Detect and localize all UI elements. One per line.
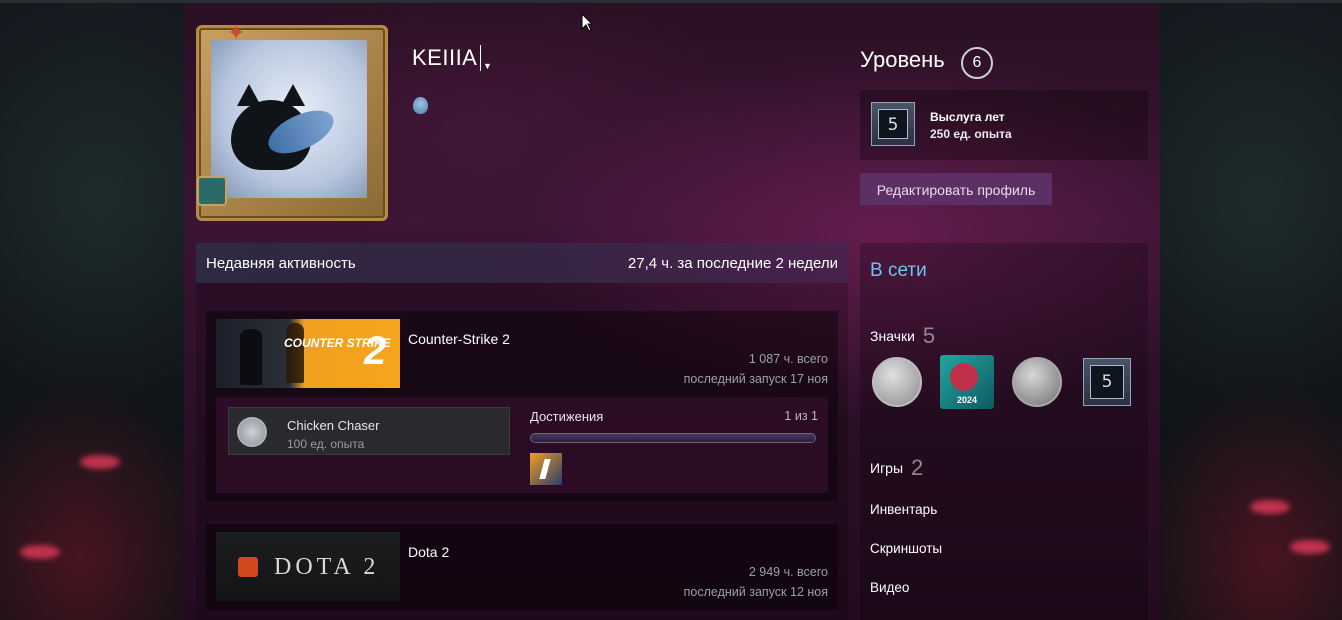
game-row-dota2: DOTA 2 Dota 2 2 949 ч. всего последний з… bbox=[206, 524, 838, 610]
game-total-hours: 1 087 ч. всего bbox=[748, 352, 828, 366]
games-link[interactable]: Игры 2 bbox=[870, 455, 923, 481]
mini-avatar-icon[interactable] bbox=[413, 97, 428, 114]
favorite-badge[interactable]: 5 Выслуга лет 250 ед. опыта bbox=[860, 90, 1148, 160]
badges-link[interactable]: Значки 5 bbox=[870, 323, 935, 349]
badges-label: Значки bbox=[870, 328, 915, 344]
pillar-badge-icon[interactable] bbox=[872, 357, 922, 407]
background-flare bbox=[80, 455, 120, 469]
badge-xp: 250 ед. опыта bbox=[930, 127, 1012, 141]
achievement-name: Chicken Chaser bbox=[287, 418, 380, 433]
recent-activity-header: Недавняя активность 27,4 ч. за последние… bbox=[196, 243, 848, 283]
level-badge[interactable]: 6 bbox=[961, 47, 993, 79]
chevron-down-icon[interactable]: ▼ bbox=[483, 61, 492, 71]
mouse-cursor-icon bbox=[581, 13, 593, 32]
games-count: 2 bbox=[911, 455, 924, 480]
background-flare bbox=[1250, 500, 1290, 514]
cs2-capsule-number: 2 bbox=[364, 329, 387, 373]
frame-gem-icon bbox=[197, 176, 227, 206]
years-service-badge-icon[interactable]: 5 bbox=[1083, 358, 1131, 406]
achievement-xp: 100 ед. опыта bbox=[287, 437, 365, 451]
achievements-progress-bar bbox=[530, 433, 816, 443]
online-status: В сети bbox=[870, 260, 927, 281]
game-name[interactable]: Counter-Strike 2 bbox=[408, 331, 510, 347]
achievements-label[interactable]: Достижения bbox=[530, 409, 603, 424]
profile-page: ✦ KEIIIA ▼ Уровень 6 5 Выслуга лет 250 е… bbox=[184, 3, 1160, 620]
steam-2024-badge-icon[interactable]: 2024 bbox=[940, 355, 994, 409]
edit-profile-button[interactable]: Редактировать профиль bbox=[860, 173, 1052, 205]
cs2-capsule[interactable]: COUNTER STRIKE 2 bbox=[216, 319, 400, 388]
soldier-image bbox=[240, 329, 262, 385]
game-last-played: последний запуск 12 ноя bbox=[683, 585, 828, 599]
recent-activity-title: Недавняя активность bbox=[206, 255, 356, 272]
achievement-cs-icon[interactable] bbox=[530, 453, 562, 485]
achievements-count: 1 из 1 bbox=[784, 409, 818, 423]
screenshots-link[interactable]: Скриншоты bbox=[870, 541, 942, 556]
achievements-progress-fill bbox=[531, 434, 815, 442]
badge-name: Выслуга лет bbox=[930, 110, 1005, 124]
dragon-frame-icon: ✦ bbox=[227, 20, 246, 45]
game-last-played: последний запуск 17 ноя bbox=[683, 372, 828, 386]
videos-link[interactable]: Видео bbox=[870, 580, 909, 595]
avatar[interactable]: ✦ bbox=[196, 20, 388, 221]
dota2-capsule-text: DOTA 2 bbox=[274, 554, 380, 580]
badges-count: 5 bbox=[922, 323, 936, 348]
inventory-link[interactable]: Инвентарь bbox=[870, 502, 937, 517]
cs-badge-icon[interactable] bbox=[1012, 357, 1062, 407]
background-flare bbox=[1290, 540, 1330, 554]
games-label: Игры bbox=[870, 460, 904, 476]
achievement-area: Chicken Chaser 100 ед. опыта Достижения … bbox=[216, 397, 828, 493]
profile-sidebar: В сети Значки 5 2024 5 Игры 2 Инвентарь Ск… bbox=[860, 243, 1148, 620]
background-flare bbox=[20, 545, 60, 559]
game-name[interactable]: Dota 2 bbox=[408, 544, 449, 560]
achievement-card[interactable]: Chicken Chaser 100 ед. опыта bbox=[228, 407, 510, 455]
level-label: Уровень bbox=[860, 47, 945, 72]
avatar-image bbox=[211, 40, 367, 198]
dota-logo-icon bbox=[238, 557, 258, 577]
game-row-cs2: COUNTER STRIKE 2 Counter-Strike 2 1 087 … bbox=[206, 311, 838, 501]
game-total-hours: 2 949 ч. всего bbox=[748, 565, 828, 579]
text-caret bbox=[480, 45, 481, 71]
soldier-image bbox=[286, 323, 304, 383]
years-badge-icon: 5 bbox=[871, 102, 915, 146]
dota2-capsule[interactable]: DOTA 2 bbox=[216, 532, 400, 601]
persona-name[interactable]: KEIIIA bbox=[412, 45, 477, 71]
recent-activity-hours: 27,4 ч. за последние 2 недели bbox=[627, 255, 838, 272]
chicken-chaser-icon bbox=[237, 417, 267, 447]
